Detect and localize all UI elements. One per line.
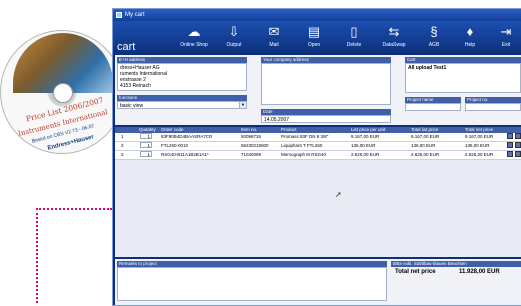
- table-row[interactable]: 2 1 FTL260-0010 56230219000 Liquiphant T…: [115, 142, 521, 151]
- row-edit-icon[interactable]: [507, 133, 513, 139]
- your-address-field[interactable]: [261, 63, 391, 105]
- summary-header: Bitte exkl. Stahlbau-blauen Beachten: [391, 261, 521, 267]
- row-edit-icon[interactable]: [507, 142, 513, 148]
- total-net-label: Total net price: [395, 269, 436, 275]
- quantity-input[interactable]: 1: [140, 133, 152, 139]
- date-field[interactable]: 14.05.2007: [261, 115, 391, 123]
- quantity-input[interactable]: 1: [140, 151, 152, 157]
- agb-button[interactable]: § AGB: [417, 23, 451, 53]
- mail-button[interactable]: ✉ Mail: [257, 23, 291, 53]
- window-title: My cart: [125, 12, 145, 18]
- exit-icon: ⇥: [500, 24, 512, 39]
- functions-select[interactable]: basic view ▼: [117, 101, 247, 109]
- table-row[interactable]: 3 1 RSG40-B11A1B2B1A1* 71040099 Memograp…: [115, 151, 521, 160]
- cart-table: Quantity Order code Item no. Product Lis…: [115, 127, 521, 257]
- agb-icon: §: [430, 24, 438, 39]
- toolbar: cart ☁ Online Shop ⇩ Output ✉ Mail ▤ Open ▯ D…: [113, 21, 521, 55]
- table-row[interactable]: 1 1 83F80B4D4BAASRA7CR 50096726 Promass …: [115, 133, 521, 142]
- delete-button[interactable]: ▯ Delete: [337, 23, 371, 53]
- dotted-connector-horizontal: [36, 208, 112, 210]
- header-form: E+H address dress+Hauser AG ruments Inte…: [115, 55, 521, 125]
- open-icon: ▤: [307, 24, 321, 39]
- online-shop-icon: ☁: [187, 24, 201, 39]
- cd-hole: [53, 83, 73, 103]
- quantity-input[interactable]: 1: [140, 142, 152, 148]
- app-icon: [116, 12, 122, 18]
- total-net-value: 11.928,00 EUR: [459, 269, 500, 275]
- page-title: cart: [117, 41, 136, 53]
- title-bar: My cart: [113, 9, 521, 21]
- eh-address-field[interactable]: dress+Hauser AG ruments International en…: [117, 63, 247, 91]
- online-shop-button[interactable]: ☁ Online Shop: [177, 23, 211, 53]
- bottom-panel: Remarks to project Bitte exkl. Stahlbau-…: [115, 259, 521, 305]
- row-delete-icon[interactable]: [515, 142, 521, 148]
- dataswap-button[interactable]: ⇆ DataSwap: [377, 23, 411, 53]
- cart-name-field[interactable]: All upload Test1: [405, 63, 521, 93]
- delete-icon: ▯: [350, 24, 358, 39]
- row-delete-icon[interactable]: [515, 133, 521, 139]
- mail-icon: ✉: [268, 24, 280, 39]
- output-button[interactable]: ⇩ Output: [217, 23, 251, 53]
- row-delete-icon[interactable]: [515, 151, 521, 157]
- dotted-connector-vertical: [36, 208, 38, 303]
- exit-button[interactable]: ⇥ Exit: [489, 23, 521, 53]
- row-edit-icon[interactable]: [507, 151, 513, 157]
- remarks-field[interactable]: [117, 267, 387, 301]
- chevron-down-icon: ▼: [239, 102, 246, 108]
- help-button[interactable]: ♦ Help: [453, 23, 487, 53]
- mouse-pointer-icon: ➚: [335, 190, 342, 199]
- dataswap-icon: ⇆: [388, 24, 400, 39]
- cart-window: My cart cart ☁ Online Shop ⇩ Output ✉ Mail …: [112, 8, 521, 306]
- output-icon: ⇩: [228, 24, 240, 39]
- project-name-field[interactable]: [405, 103, 461, 111]
- cd-image: Price List 2006/2007 Instruments Interna…: [0, 30, 124, 154]
- open-button[interactable]: ▤ Open: [297, 23, 331, 53]
- help-icon: ♦: [466, 24, 474, 39]
- project-no-field[interactable]: [465, 103, 521, 111]
